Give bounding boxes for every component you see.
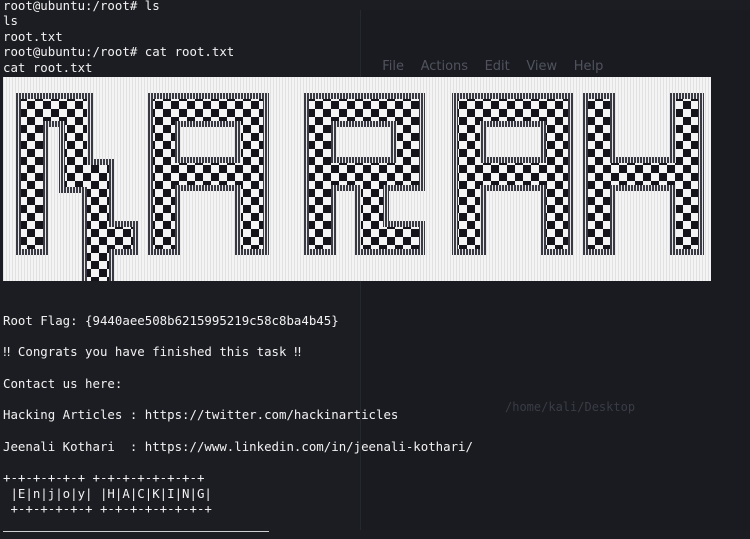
banner-letter-group bbox=[15, 93, 704, 281]
ascii-art-banner bbox=[3, 77, 711, 281]
banner-letter-fill bbox=[588, 163, 698, 185]
terminal-prompt-cat: root@ubuntu:/root# cat root.txt bbox=[3, 44, 235, 59]
root-flag: Root Flag: {9440aee508b6215995219c58c8ba… bbox=[3, 313, 339, 328]
banner-letter-fill bbox=[361, 227, 419, 249]
banner-letter-fill bbox=[21, 99, 43, 249]
banner-letter-fill bbox=[87, 165, 109, 281]
jeenali-kothari-link: Jeenali Kothari : https://www.linkedin.c… bbox=[3, 439, 473, 454]
banner-letter-r bbox=[303, 93, 425, 255]
banner-letter-n bbox=[15, 93, 139, 281]
background-menu-bar: File Actions Edit View Help bbox=[374, 44, 603, 74]
menu-actions: Actions bbox=[420, 59, 469, 74]
enjoy-box-bottom: +-+-+-+-+-+ +-+-+-+-+-+-+-+ bbox=[3, 501, 212, 516]
banner-letters-graphic bbox=[15, 93, 704, 281]
terminal-prompt-ls: root@ubuntu:/root# ls bbox=[3, 0, 160, 13]
hacking-articles-link: Hacking Articles : https://twitter.com/h… bbox=[3, 407, 399, 422]
terminal-output-ls: root.txt bbox=[3, 29, 63, 44]
enjoy-box-top: +-+-+-+-+-+ +-+-+-+-+-+-+-+ bbox=[3, 470, 205, 485]
menu-help: Help bbox=[573, 59, 604, 74]
banner-letter-k bbox=[582, 93, 704, 255]
terminal-echo-ls: ls bbox=[3, 13, 18, 28]
terminal-cursor-line bbox=[3, 531, 269, 532]
banner-letter-fill bbox=[153, 163, 263, 185]
banner-letter-fill bbox=[109, 227, 133, 249]
banner-letter-fill bbox=[458, 163, 568, 185]
banner-letter-fill bbox=[65, 165, 87, 187]
menu-edit: Edit bbox=[484, 59, 510, 74]
congrats-message: ‼ Congrats you have finished this task ‼ bbox=[3, 344, 302, 359]
banner-letter-fill bbox=[676, 99, 698, 163]
banner-letter-a bbox=[452, 93, 574, 255]
banner-letter-fill bbox=[43, 99, 65, 121]
banner-letter-fill bbox=[676, 185, 698, 249]
menu-view: View bbox=[526, 59, 558, 74]
banner-letter-a bbox=[147, 93, 269, 255]
terminal-echo-cat: cat root.txt bbox=[3, 60, 93, 75]
contact-heading: Contact us here: bbox=[3, 376, 123, 391]
menu-file: File bbox=[382, 59, 405, 74]
enjoy-box-middle: |E|n|j|o|y| |H|A|C|K|I|N|G| bbox=[3, 486, 212, 501]
background-path: /home/kali/Desktop bbox=[505, 400, 636, 414]
banner-letter-fill bbox=[21, 227, 43, 249]
